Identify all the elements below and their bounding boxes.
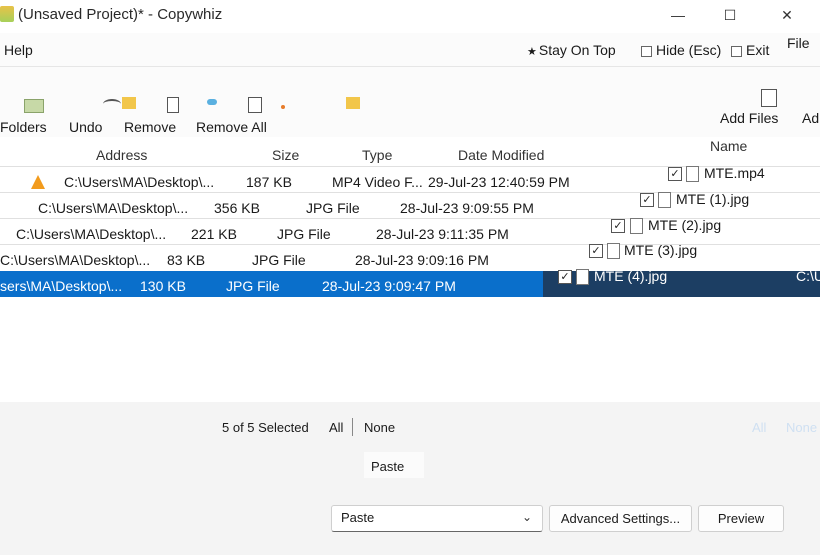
row-checkbox[interactable]: ✓ (558, 270, 572, 284)
file-icon (630, 218, 643, 234)
toolbar: Folders Undo Remove Remove All Add Files… (0, 67, 820, 137)
file-tab[interactable]: File (787, 35, 810, 51)
file-icon (658, 192, 671, 208)
menu-bar: Help ★ Stay On Top Hide (Esc) Exit File (0, 33, 820, 67)
row-size: 187 KB (246, 174, 292, 190)
file-icon (607, 243, 620, 259)
select-none-link[interactable]: None (364, 420, 395, 435)
row-address: C:\Users\MA\Desktop\... (0, 252, 151, 268)
row-address: C:\Users\MA\Desktop\... (38, 200, 189, 216)
preview-button[interactable]: Preview (698, 505, 784, 532)
row-type: JPG File (226, 278, 280, 294)
folders-button[interactable]: Folders (0, 119, 47, 135)
row-type: JPG File (252, 252, 306, 268)
vlc-icon (31, 175, 45, 189)
stay-on-top-toggle[interactable]: ★ Stay On Top (527, 42, 616, 58)
column-header-date-modified[interactable]: Date Modified (458, 147, 544, 163)
undo-button[interactable]: Undo (69, 119, 102, 135)
exit-label: Exit (746, 42, 770, 58)
row-size: 130 KB (140, 278, 186, 294)
row-checkbox[interactable]: ✓ (589, 244, 603, 258)
hide-icon (641, 45, 652, 57)
row-type: MP4 Video F... (332, 174, 423, 190)
folder-icon (24, 99, 44, 113)
row-date: 28-Jul-23 9:09:55 PM (400, 200, 534, 216)
row-name: MTE (2).jpg (648, 217, 722, 233)
advanced-settings-button[interactable]: Advanced Settings... (549, 505, 692, 532)
row-type: JPG File (306, 200, 360, 216)
file-icon (686, 166, 699, 182)
row-name: MTE (4).jpg (594, 268, 668, 284)
title-bar: (Unsaved Project)* - Copywhiz — ☐ ✕ (0, 0, 820, 33)
row-date: 28-Jul-23 9:11:35 PM (376, 226, 509, 242)
row-date: 28-Jul-23 9:09:47 PM (322, 278, 456, 294)
add-files-icon (761, 89, 777, 107)
remove-all-icon (207, 99, 217, 105)
bottom-panel (0, 402, 820, 555)
undo-icon (103, 99, 121, 109)
chevron-down-icon: ⌄ (521, 510, 532, 524)
row-address-overflow: C:\U (796, 268, 820, 284)
row-size: 221 KB (191, 226, 237, 242)
row-checkbox[interactable]: ✓ (640, 193, 654, 207)
paste-label: Paste (371, 459, 405, 474)
select-none-link-ghost: None (786, 420, 818, 435)
column-header-type[interactable]: Type (362, 147, 392, 163)
hide-button[interactable]: Hide (Esc) (641, 42, 721, 58)
remove-all-button[interactable]: Remove All (196, 119, 267, 135)
row-checkbox[interactable]: ✓ (668, 167, 682, 181)
stay-on-top-label: Stay On Top (538, 42, 616, 58)
row-size: 83 KB (167, 252, 206, 268)
select-all-link-ghost: All (752, 420, 767, 435)
row-address: sers\MA\Desktop\... (0, 278, 123, 294)
menu-help[interactable]: Help (4, 42, 33, 58)
window-title: (Unsaved Project)* - Copywhiz (18, 6, 223, 23)
column-header-address[interactable]: Address (96, 147, 147, 163)
maximize-button[interactable]: ☐ (707, 0, 753, 30)
add-files-button[interactable]: Add Files (720, 110, 778, 126)
column-header-name[interactable]: Name (710, 138, 747, 154)
row-size: 356 KB (214, 200, 260, 216)
selection-count: 5 of 5 Selected (222, 420, 309, 435)
row-address: C:\Users\MA\Desktop\... (64, 174, 215, 190)
remove-all-files-icon (248, 97, 262, 113)
row-date: 29-Jul-23 12:40:59 PM (428, 174, 570, 190)
row-type: JPG File (277, 226, 331, 242)
hide-label: Hide (Esc) (656, 42, 722, 58)
column-header-size[interactable]: Size (272, 147, 299, 163)
row-name: MTE.mp4 (704, 165, 765, 181)
row-address: C:\Users\MA\Desktop\... (16, 226, 167, 242)
paste-mode-dropdown[interactable]: Paste ⌄ (331, 505, 543, 532)
close-button[interactable]: ✕ (764, 0, 810, 30)
dot-icon (281, 105, 285, 109)
minimize-button[interactable]: — (655, 0, 701, 30)
row-name: MTE (1).jpg (676, 191, 750, 207)
add-button-partial[interactable]: Ad (802, 110, 819, 126)
paste-mode-value: Paste (341, 510, 375, 525)
exit-button[interactable]: Exit (731, 42, 769, 58)
app-icon (0, 6, 14, 22)
undo-folder-icon (122, 97, 136, 109)
row-checkbox[interactable]: ✓ (611, 219, 625, 233)
file-icon (576, 269, 589, 285)
select-all-link[interactable]: All (329, 420, 343, 435)
row-name: MTE (3).jpg (624, 242, 698, 258)
add-folder-icon (346, 97, 360, 109)
link-separator (352, 418, 353, 436)
pin-icon: ★ (527, 46, 537, 58)
remove-icon (167, 97, 179, 113)
exit-icon (731, 45, 742, 57)
row-date: 28-Jul-23 9:09:16 PM (355, 252, 489, 268)
remove-button[interactable]: Remove (124, 119, 176, 135)
